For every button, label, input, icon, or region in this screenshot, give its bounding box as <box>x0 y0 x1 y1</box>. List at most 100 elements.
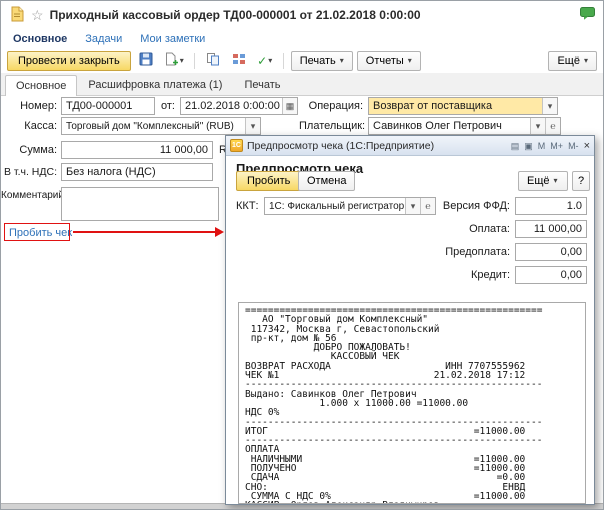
cancel-button[interactable]: Отмена <box>298 171 355 191</box>
kkt-select[interactable]: 1С: Фискальный регистратор ▾ ℮ <box>264 197 436 215</box>
cashbox-select[interactable]: Торговый дом "Комплексный" (RUB) ▾ <box>61 117 261 135</box>
print-button[interactable]: Печать ▾ <box>291 51 353 71</box>
dialog-doc-icon[interactable]: ▤ <box>511 140 520 152</box>
date-value: 21.02.2018 0:00:00 <box>181 100 282 112</box>
nav-item-main[interactable]: Основное <box>13 33 67 45</box>
confirm-button[interactable]: Пробить <box>236 171 301 191</box>
posting-dtkt-button[interactable] <box>228 51 250 71</box>
dialog-close-icon[interactable]: × <box>584 140 590 152</box>
amount-label: Сумма: <box>1 141 57 159</box>
check-icon: ✓ <box>257 55 267 67</box>
tab-print[interactable]: Печать <box>233 74 291 95</box>
more-button-label: Ещё <box>557 55 580 67</box>
document-icon <box>9 6 25 25</box>
dialog-window-m-minus-button[interactable]: M- <box>568 140 579 152</box>
floppy-icon <box>139 52 153 69</box>
dialog-window-m-plus-button[interactable]: M+ <box>550 140 563 152</box>
chevron-down-icon: ▾ <box>584 57 588 65</box>
chevron-down-icon: ▾ <box>180 57 184 65</box>
receipt-preview-dialog: 1С Предпросмотр чека (1С:Предприятие) ▤ … <box>225 135 595 505</box>
amount-field[interactable]: 11 000,00 <box>61 141 213 159</box>
annotation-rectangle <box>4 223 70 241</box>
discussions-icon[interactable] <box>580 7 595 23</box>
dtkt-icon <box>232 52 246 69</box>
ffd-value: 1.0 <box>516 200 586 212</box>
nav-item-notes[interactable]: Мои заметки <box>140 33 205 45</box>
vat-field[interactable]: Без налога (НДС) <box>61 163 213 181</box>
tab-main[interactable]: Основное <box>5 75 77 96</box>
kkt-label: ККТ: <box>236 197 259 215</box>
favorite-star-icon[interactable]: ☆ <box>31 8 44 22</box>
kkt-value: 1С: Фискальный регистратор <box>265 201 405 212</box>
annotation-arrow-line <box>73 231 215 233</box>
prepayment-value: 0,00 <box>516 246 586 258</box>
comment-field[interactable] <box>61 187 219 221</box>
payer-value: Савинков Олег Петрович <box>369 120 530 132</box>
toolbar-separator <box>283 53 284 69</box>
number-field[interactable]: ТД00-000001 <box>61 97 155 115</box>
chevron-down-icon[interactable]: ▾ <box>530 118 545 134</box>
nav-links: Основное Задачи Мои заметки <box>1 29 603 48</box>
ffd-field[interactable]: 1.0 <box>515 197 587 215</box>
prepayment-field[interactable]: 0,00 <box>515 243 587 261</box>
create-based-on-button[interactable]: ▾ <box>161 51 187 71</box>
doc-plus-icon <box>164 52 179 69</box>
window-title: Приходный кассовый ордер ТД00-000001 от … <box>50 8 421 22</box>
amount-value: 11 000,00 <box>62 144 212 156</box>
chevron-down-icon: ▾ <box>268 57 272 65</box>
chevron-down-icon[interactable]: ▾ <box>245 118 260 134</box>
chevron-down-icon: ▾ <box>408 57 412 65</box>
more-button[interactable]: Ещё ▾ <box>548 51 597 71</box>
receipt-paper: ========================================… <box>238 302 586 504</box>
payer-label: Плательщик: <box>299 117 363 135</box>
chevron-down-icon[interactable]: ▾ <box>542 98 557 114</box>
chevron-down-icon: ▾ <box>554 177 558 185</box>
check-tasks-button[interactable]: ✓ ▾ <box>254 51 276 71</box>
payment-value: 11 000,00 <box>516 223 586 235</box>
help-button[interactable]: ? <box>572 171 590 191</box>
annotation-arrow-head <box>215 227 224 237</box>
payer-select[interactable]: Савинков Олег Петрович ▾ ℮ <box>368 117 561 135</box>
print-button-label: Печать <box>300 55 336 67</box>
comment-label: Комментарий: <box>1 187 57 205</box>
dialog-window-m-button[interactable]: M <box>538 140 546 152</box>
operation-label: Операция: <box>305 97 363 115</box>
prepayment-label: Предоплата: <box>426 243 510 261</box>
ffd-label: Версия ФФД: <box>426 197 510 215</box>
open-item-icon[interactable]: ℮ <box>545 118 560 134</box>
dialog-more-button[interactable]: Ещё ▾ <box>518 171 568 191</box>
save-button[interactable] <box>135 51 157 71</box>
reports-button[interactable]: Отчеты ▾ <box>357 51 421 71</box>
date-field[interactable]: 21.02.2018 0:00:00 ▦ <box>180 97 298 115</box>
cashbox-value: Торговый дом "Комплексный" (RUB) <box>62 121 245 132</box>
operation-select[interactable]: Возврат от поставщика ▾ <box>368 97 558 115</box>
dialog-save-icon[interactable]: ▣ <box>524 140 533 152</box>
payment-field[interactable]: 11 000,00 <box>515 220 587 238</box>
dialog-titlebar[interactable]: 1С Предпросмотр чека (1С:Предприятие) ▤ … <box>226 136 594 156</box>
date-label: от: <box>161 97 175 115</box>
number-label: Номер: <box>1 97 57 115</box>
linked-docs-icon <box>206 52 220 69</box>
vat-label: В т.ч. НДС: <box>1 163 57 181</box>
credit-field[interactable]: 0,00 <box>515 266 587 284</box>
chevron-down-icon: ▾ <box>340 57 344 65</box>
form-tabs: Основное Расшифровка платежа (1) Печать <box>1 73 603 96</box>
nav-item-tasks[interactable]: Задачи <box>85 33 122 45</box>
vat-value: Без налога (НДС) <box>62 166 212 178</box>
post-and-close-button[interactable]: Провести и закрыть <box>7 51 131 71</box>
main-toolbar: Провести и закрыть ▾ ✓ ▾ Печать ▾ Отчеты… <box>1 48 603 73</box>
credit-label: Кредит: <box>426 266 510 284</box>
payment-label: Оплата: <box>426 220 510 238</box>
cashbox-label: Касса: <box>1 117 57 135</box>
operation-value: Возврат от поставщика <box>369 100 542 112</box>
dialog-window-buttons: ▤ ▣ M M+ M- × <box>511 140 590 152</box>
window-header: ☆ Приходный кассовый ордер ТД00-000001 о… <box>1 1 603 29</box>
tab-payment-details[interactable]: Расшифровка платежа (1) <box>77 74 233 95</box>
toolbar-separator <box>194 53 195 69</box>
1c-logo-icon: 1С <box>230 139 243 152</box>
chevron-down-icon[interactable]: ▾ <box>405 198 420 214</box>
app-window: ☆ Приходный кассовый ордер ТД00-000001 о… <box>0 0 604 510</box>
related-documents-button[interactable] <box>202 51 224 71</box>
calendar-icon[interactable]: ▦ <box>282 98 297 114</box>
dialog-title: Предпросмотр чека (1С:Предприятие) <box>247 140 434 152</box>
